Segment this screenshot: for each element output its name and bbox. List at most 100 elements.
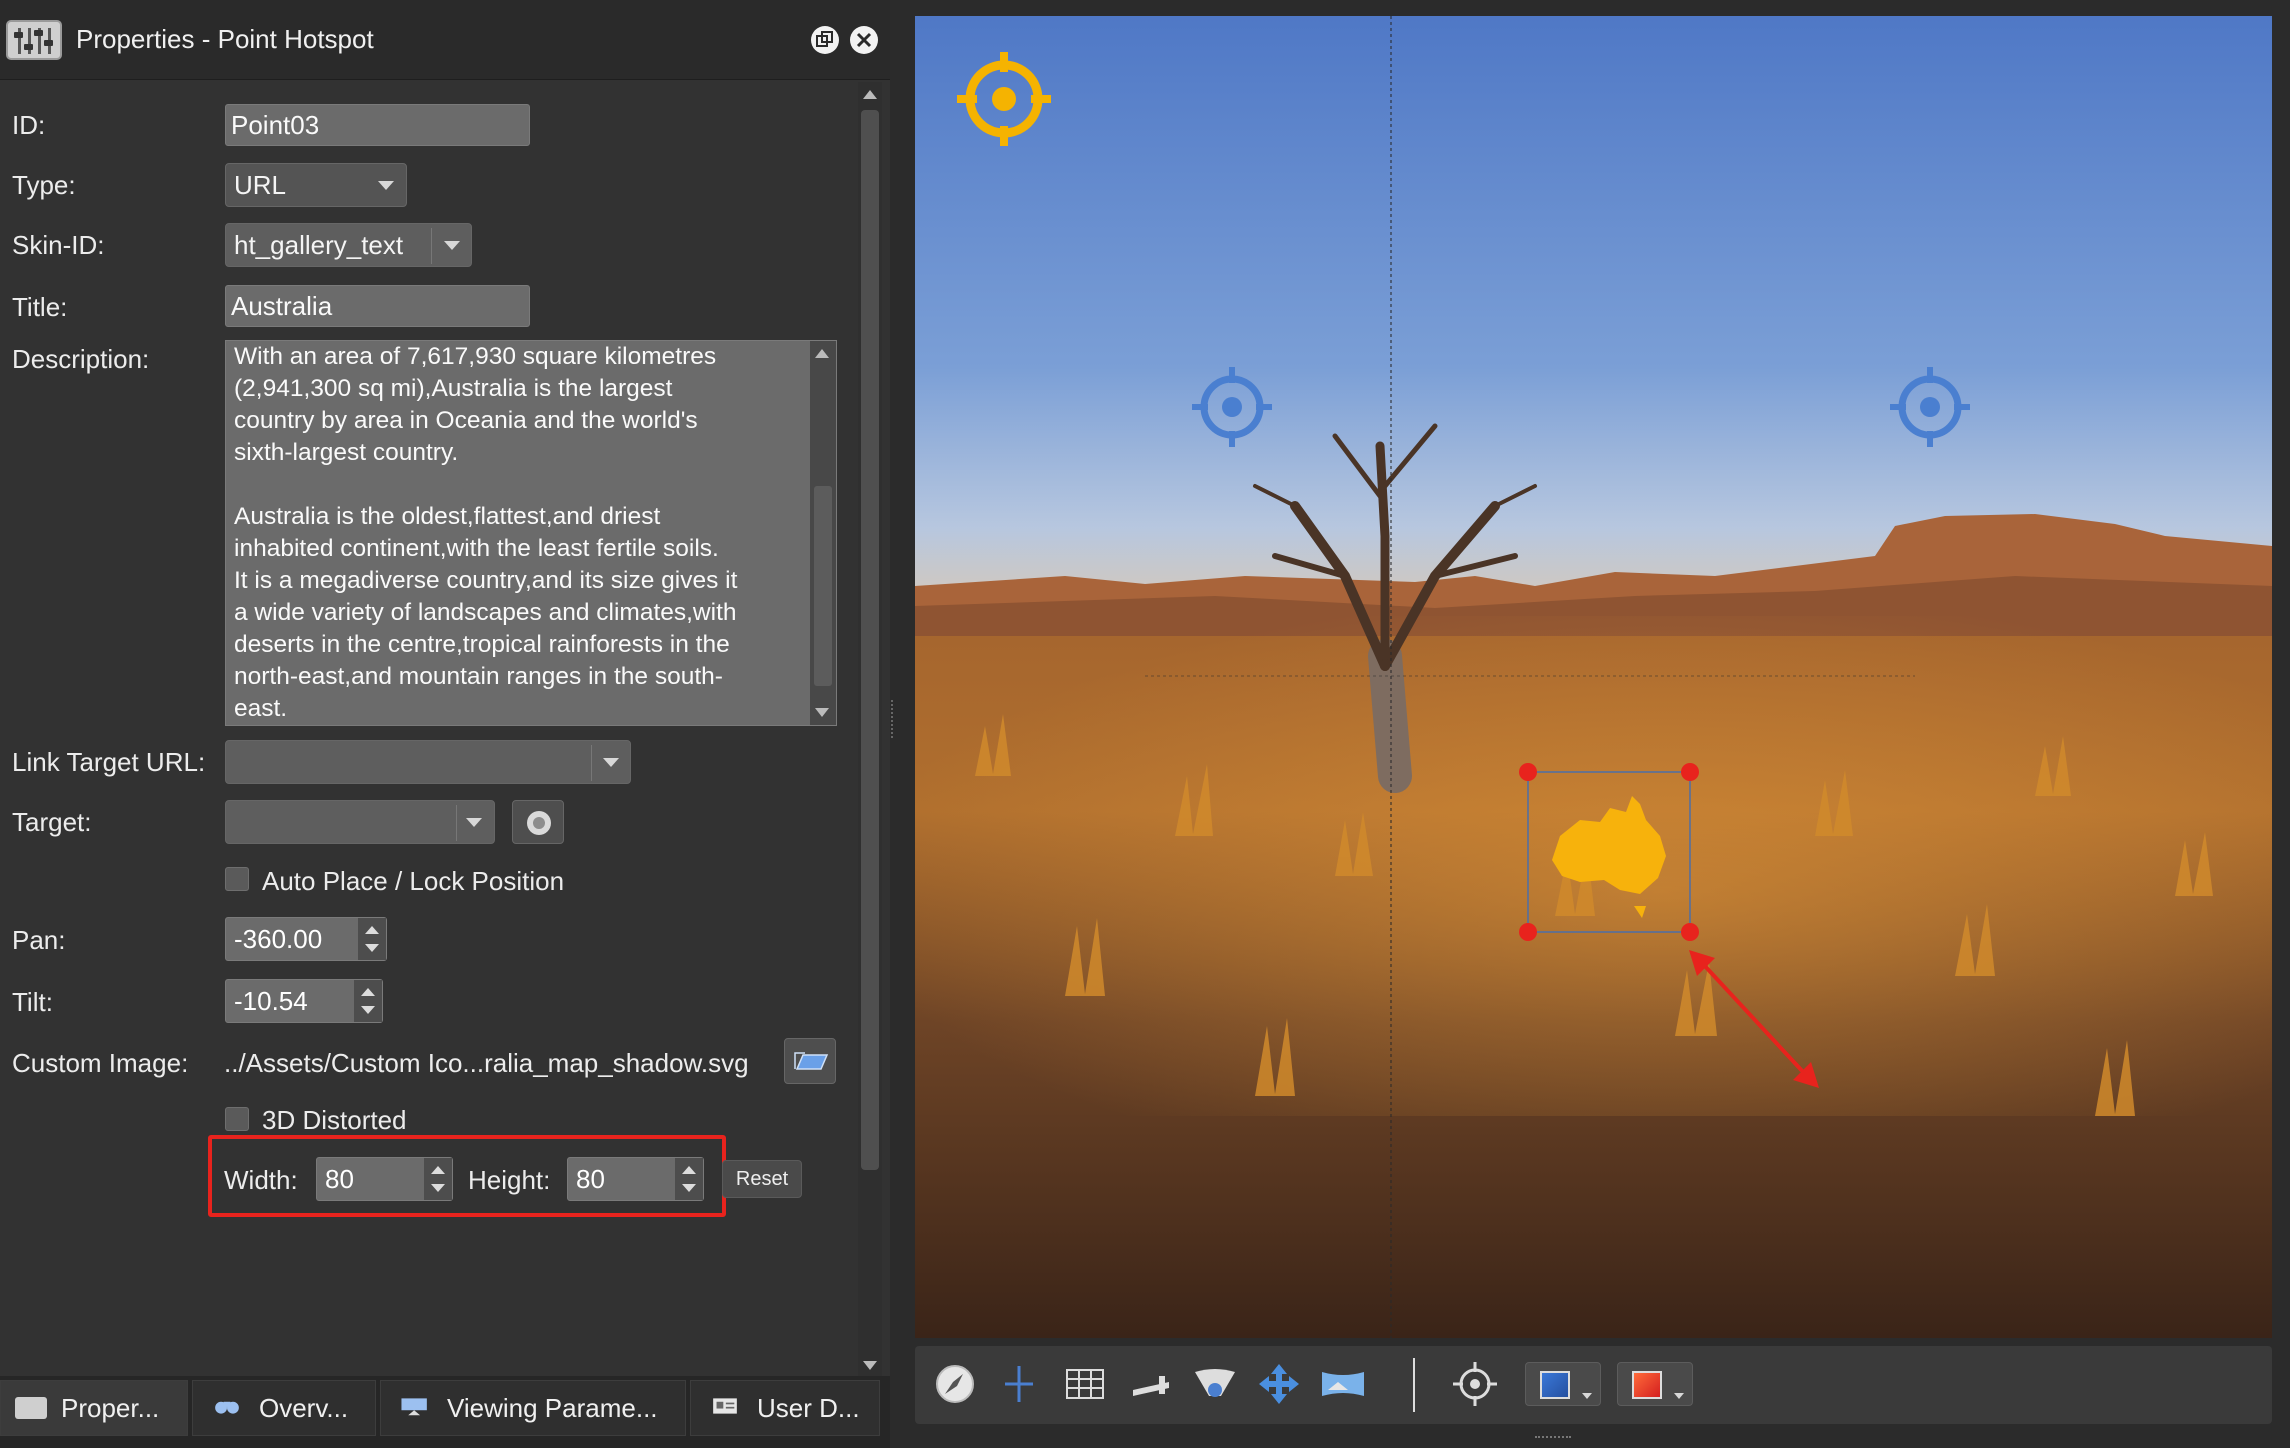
tab-overview[interactable]: Overv...	[192, 1380, 376, 1436]
type-label: Type:	[12, 170, 76, 200]
panorama-icon[interactable]	[1317, 1358, 1369, 1410]
pan-label: Pan:	[12, 925, 66, 955]
chevron-down-icon	[603, 758, 619, 767]
width-stepper[interactable]	[424, 1158, 452, 1200]
bottom-splitter-grip[interactable]	[1535, 1436, 1571, 1440]
float-window-icon[interactable]	[811, 26, 839, 54]
resize-handle[interactable]	[1681, 763, 1699, 781]
blue-color-icon[interactable]	[1525, 1362, 1601, 1406]
chevron-down-icon	[466, 818, 482, 827]
tilt-value: -10.54	[234, 986, 308, 1016]
viewer-toolbar	[915, 1346, 2272, 1424]
id-label: ID:	[12, 110, 46, 140]
ruler-icon[interactable]	[1125, 1358, 1177, 1410]
title-field[interactable]: Australia	[225, 285, 530, 327]
distorted-label: 3D Distorted	[262, 1105, 407, 1135]
tab-properties[interactable]: Proper...	[0, 1380, 188, 1436]
target-select[interactable]	[225, 800, 495, 844]
panel-title: Properties - Point Hotspot	[76, 24, 374, 54]
pan-value: -360.00	[234, 924, 323, 954]
description-label: Description:	[12, 344, 150, 374]
panorama-scene	[915, 16, 2272, 1338]
selected-hotspot-icon[interactable]	[951, 46, 1057, 152]
tilt-stepper[interactable]	[354, 980, 382, 1022]
panel-scroll-thumb[interactable]	[861, 110, 879, 1170]
tab-label: Overv...	[259, 1393, 349, 1423]
panorama-viewer[interactable]	[915, 16, 2272, 1338]
open-file-button[interactable]	[784, 1038, 836, 1084]
type-select[interactable]: URL	[225, 163, 407, 207]
hotspot-icon[interactable]	[1884, 361, 1976, 453]
viewer-eye-icon[interactable]	[1189, 1358, 1241, 1410]
distorted-checkbox[interactable]	[225, 1107, 249, 1131]
target-label: Target:	[12, 807, 92, 837]
skin-id-label: Skin-ID:	[12, 230, 105, 260]
target-circle-icon	[527, 811, 551, 835]
width-value: 80	[325, 1164, 354, 1194]
properties-app-icon	[6, 20, 62, 60]
target-icon[interactable]	[1449, 1358, 1501, 1410]
custom-image-label: Custom Image:	[12, 1048, 189, 1078]
splitter-grip[interactable]	[891, 700, 895, 738]
chevron-down-icon	[1582, 1393, 1592, 1399]
custom-image-path: ../Assets/Custom Ico...ralia_map_shadow.…	[224, 1048, 749, 1078]
target-picker-button[interactable]	[512, 800, 564, 844]
chevron-down-icon	[444, 241, 460, 250]
type-value: URL	[234, 170, 287, 200]
auto-place-checkbox[interactable]	[225, 867, 249, 891]
tab-user-data[interactable]: User D...	[690, 1380, 880, 1436]
chevron-down-icon	[1674, 1393, 1684, 1399]
scroll-up-icon[interactable]	[863, 90, 877, 99]
skin-id-value: ht_gallery_text	[234, 230, 404, 260]
pan-stepper[interactable]	[358, 918, 386, 960]
compass-icon[interactable]	[929, 1358, 981, 1410]
width-label: Width:	[224, 1165, 298, 1195]
height-label: Height:	[468, 1165, 551, 1195]
reset-button[interactable]: Reset	[722, 1160, 802, 1198]
resize-handle[interactable]	[1519, 923, 1537, 941]
tab-label: Proper...	[61, 1393, 160, 1423]
height-value: 80	[576, 1164, 605, 1194]
description-textarea[interactable]: With an area of 7,617,930 square kilomet…	[225, 340, 837, 726]
id-field[interactable]: Point03	[225, 104, 530, 146]
viewing-parameters-icon	[401, 1398, 427, 1416]
tilt-spinbox[interactable]: -10.54	[225, 979, 383, 1023]
resize-arrow-annotation	[1689, 950, 1819, 1088]
user-data-icon	[713, 1398, 737, 1414]
red-color-icon[interactable]	[1617, 1362, 1693, 1406]
skin-id-select[interactable]: ht_gallery_text	[225, 223, 472, 267]
tab-label: Viewing Parame...	[447, 1393, 658, 1423]
hotspot-icon[interactable]	[1186, 361, 1278, 453]
panel-tabs: Proper... Overv... Viewing Parame... Use…	[0, 1376, 890, 1448]
properties-panel: Properties - Point Hotspot ID: Point03 T…	[0, 0, 890, 1448]
tab-viewing-parameters[interactable]: Viewing Parame...	[380, 1380, 686, 1436]
tab-label: User D...	[757, 1393, 860, 1423]
panel-scrollbar[interactable]	[858, 82, 882, 1378]
scroll-down-icon[interactable]	[815, 708, 829, 717]
properties-icon	[15, 1397, 47, 1419]
height-stepper[interactable]	[675, 1158, 703, 1200]
folder-open-icon	[794, 1052, 829, 1070]
link-target-url-label: Link Target URL:	[12, 747, 206, 777]
title-label: Title:	[12, 292, 68, 322]
move-arrows-icon[interactable]	[1253, 1358, 1305, 1410]
width-spinbox[interactable]: 80	[316, 1157, 453, 1201]
description-scroll-thumb[interactable]	[814, 486, 832, 686]
description-scrollbar[interactable]	[810, 341, 836, 725]
binoculars-icon	[215, 1401, 239, 1414]
link-target-url-select[interactable]	[225, 740, 631, 784]
pan-spinbox[interactable]: -360.00	[225, 917, 387, 961]
toolbar-separator	[1413, 1358, 1415, 1412]
grid-icon[interactable]	[1059, 1358, 1111, 1410]
tilt-label: Tilt:	[12, 987, 53, 1017]
panel-titlebar: Properties - Point Hotspot	[0, 0, 890, 80]
resize-handle[interactable]	[1519, 763, 1537, 781]
chevron-down-icon	[378, 181, 394, 190]
scroll-up-icon[interactable]	[815, 349, 829, 358]
auto-place-label: Auto Place / Lock Position	[262, 866, 565, 896]
crosshair-line-icon[interactable]	[993, 1358, 1045, 1410]
scroll-down-icon[interactable]	[863, 1361, 877, 1370]
height-spinbox[interactable]: 80	[567, 1157, 704, 1201]
close-icon[interactable]	[850, 26, 878, 54]
description-text: With an area of 7,617,930 square kilomet…	[234, 343, 738, 722]
